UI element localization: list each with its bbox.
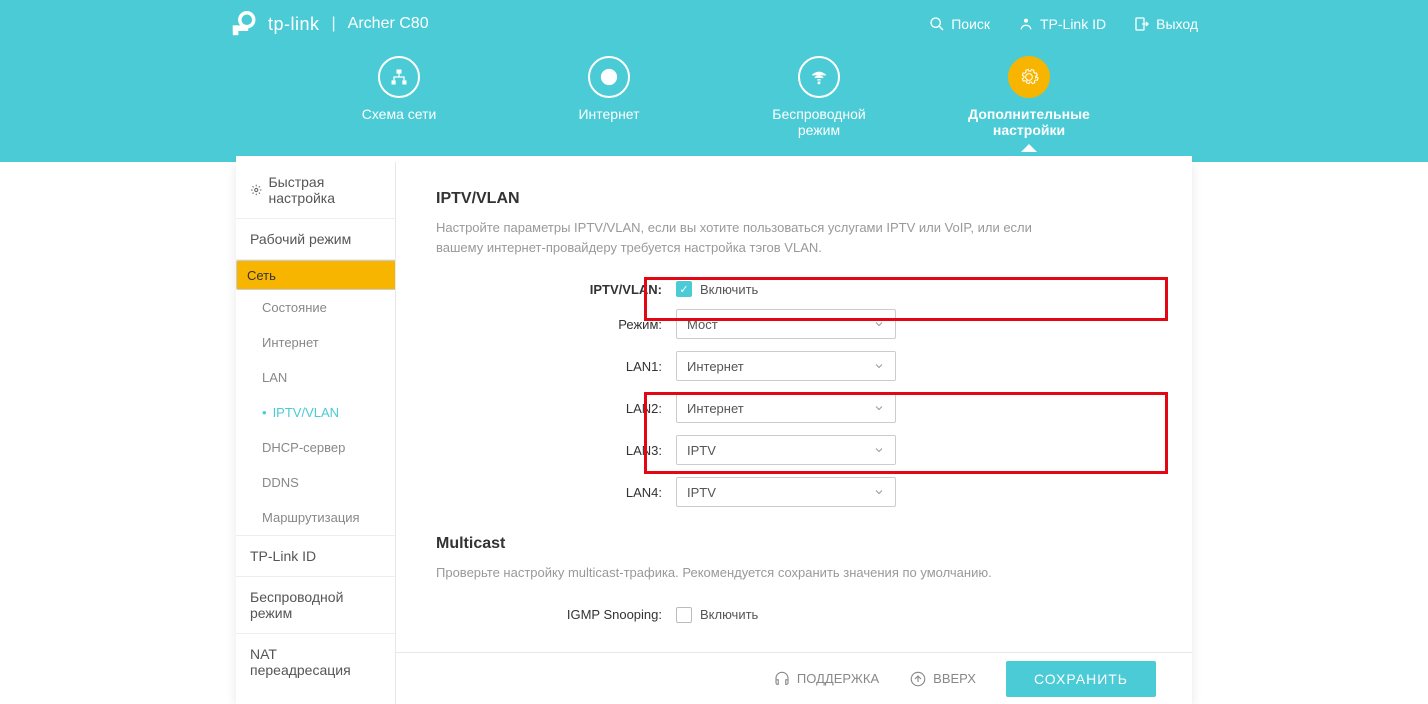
tplink-id-label: TP-Link ID [1040, 16, 1106, 32]
logo: tp-link [230, 10, 320, 38]
igmp-label: IGMP Snooping: [436, 607, 676, 622]
lan3-value: IPTV [687, 443, 716, 458]
nav-label: Беспроводной режим [759, 106, 879, 138]
igmp-chk-label: Включить [700, 607, 758, 622]
row-lan2: LAN2: Интернет [436, 393, 1152, 423]
lan1-value: Интернет [687, 359, 744, 374]
row-lan1: LAN1: Интернет [436, 351, 1152, 381]
search-label: Поиск [951, 16, 990, 32]
header-right: Поиск TP-Link ID Выход [929, 16, 1198, 32]
logout-link[interactable]: Выход [1134, 16, 1198, 32]
sidebar-sub-status[interactable]: Состояние [236, 290, 395, 325]
sidebar-quick-setup[interactable]: Быстрая настройка [236, 162, 395, 219]
nav-advanced[interactable]: Дополнительные настройки [969, 56, 1089, 138]
lan2-value: Интернет [687, 401, 744, 416]
logout-icon [1134, 16, 1150, 32]
header-top: tp-link | Archer C80 Поиск TP-Link ID Вы… [0, 0, 1428, 48]
lan4-value: IPTV [687, 485, 716, 500]
sidebar-label: NAT переадресация [250, 646, 381, 678]
row-lan4: LAN4: IPTV [436, 477, 1152, 507]
headset-icon [773, 670, 791, 688]
nav-network-map[interactable]: Схема сети [339, 56, 459, 138]
enable-checkbox[interactable] [676, 281, 692, 297]
up-arrow-icon [909, 670, 927, 688]
up-link[interactable]: ВВЕРХ [909, 670, 976, 688]
lan3-select[interactable]: IPTV [676, 435, 896, 465]
search-link[interactable]: Поиск [929, 16, 990, 32]
brand-text: tp-link [268, 14, 320, 35]
mode-select[interactable]: Мост [676, 309, 896, 339]
lan1-label: LAN1: [436, 359, 676, 374]
row-igmp: IGMP Snooping: Включить [436, 607, 1152, 623]
multicast-description: Проверьте настройку multicast-трафика. Р… [436, 563, 1056, 583]
sidebar-network[interactable]: Сеть [236, 260, 396, 290]
lan4-select[interactable]: IPTV [676, 477, 896, 507]
sidebar-label: Сеть [247, 268, 276, 283]
model-name: Archer C80 [348, 15, 429, 33]
sidebar-sub-internet[interactable]: Интернет [236, 325, 395, 360]
sidebar-label: TP-Link ID [250, 548, 316, 564]
lan3-label: LAN3: [436, 443, 676, 458]
sidebar-label: Беспроводной режим [250, 589, 381, 621]
divider: | [332, 15, 336, 33]
chevron-down-icon [873, 486, 885, 498]
gear-icon [250, 183, 262, 197]
content-area: IPTV/VLAN Настройте параметры IPTV/VLAN,… [396, 162, 1192, 704]
mode-label: Режим: [436, 317, 676, 332]
network-map-icon [389, 67, 409, 87]
sidebar-label: Рабочий режим [250, 231, 351, 247]
sidebar-label: Быстрая настройка [268, 174, 381, 206]
chevron-down-icon [873, 402, 885, 414]
chevron-down-icon [873, 444, 885, 456]
iptv-description: Настройте параметры IPTV/VLAN, если вы х… [436, 218, 1056, 257]
nav-label: Дополнительные настройки [968, 106, 1090, 138]
tplink-id-link[interactable]: TP-Link ID [1018, 16, 1106, 32]
sidebar-sub-routing[interactable]: Маршрутизация [236, 500, 395, 535]
wifi-icon [809, 67, 829, 87]
lan4-label: LAN4: [436, 485, 676, 500]
support-label: ПОДДЕРЖКА [797, 671, 879, 686]
sidebar-nat[interactable]: NAT переадресация [236, 634, 395, 690]
user-icon [1018, 16, 1034, 32]
save-button[interactable]: СОХРАНИТЬ [1006, 661, 1156, 697]
chevron-down-icon [873, 318, 885, 330]
nav-label: Интернет [578, 106, 639, 122]
nav-label: Схема сети [362, 106, 437, 122]
gear-icon [1019, 67, 1039, 87]
sidebar-operation-mode[interactable]: Рабочий режим [236, 219, 395, 260]
sidebar-wireless[interactable]: Беспроводной режим [236, 577, 395, 634]
nav-wireless[interactable]: Беспроводной режим [759, 56, 879, 138]
support-link[interactable]: ПОДДЕРЖКА [773, 670, 879, 688]
lan2-select[interactable]: Интернет [676, 393, 896, 423]
footer-bar: ПОДДЕРЖКА ВВЕРХ СОХРАНИТЬ [396, 652, 1192, 704]
search-icon [929, 16, 945, 32]
header: tp-link | Archer C80 Поиск TP-Link ID Вы… [0, 0, 1428, 162]
row-lan3: LAN3: IPTV [436, 435, 1152, 465]
sidebar-sub-ddns[interactable]: DDNS [236, 465, 395, 500]
logout-label: Выход [1156, 16, 1198, 32]
sidebar-sub-iptv[interactable]: IPTV/VLAN [236, 395, 395, 430]
igmp-checkbox[interactable] [676, 607, 692, 623]
chevron-down-icon [873, 360, 885, 372]
row-enable: IPTV/VLAN: Включить [436, 281, 1152, 297]
sidebar-sub-dhcp[interactable]: DHCP-сервер [236, 430, 395, 465]
sidebar-sub-lan[interactable]: LAN [236, 360, 395, 395]
row-mode: Режим: Мост [436, 309, 1152, 339]
sidebar: Быстрая настройка Рабочий режим Сеть Сос… [236, 162, 396, 704]
globe-icon [599, 67, 619, 87]
mode-value: Мост [687, 317, 718, 332]
enable-chk-label: Включить [700, 282, 758, 297]
main-nav: Схема сети Интернет Беспроводной режим Д… [0, 48, 1428, 138]
tplink-logo-icon [230, 10, 258, 38]
enable-label: IPTV/VLAN: [436, 282, 676, 297]
iptv-title: IPTV/VLAN [436, 190, 1152, 208]
up-label: ВВЕРХ [933, 671, 976, 686]
nav-internet[interactable]: Интернет [549, 56, 669, 138]
multicast-title: Multicast [436, 535, 1152, 553]
lan1-select[interactable]: Интернет [676, 351, 896, 381]
sidebar-tplink-id[interactable]: TP-Link ID [236, 535, 395, 577]
main-panel: Быстрая настройка Рабочий режим Сеть Сос… [236, 162, 1192, 704]
lan2-label: LAN2: [436, 401, 676, 416]
